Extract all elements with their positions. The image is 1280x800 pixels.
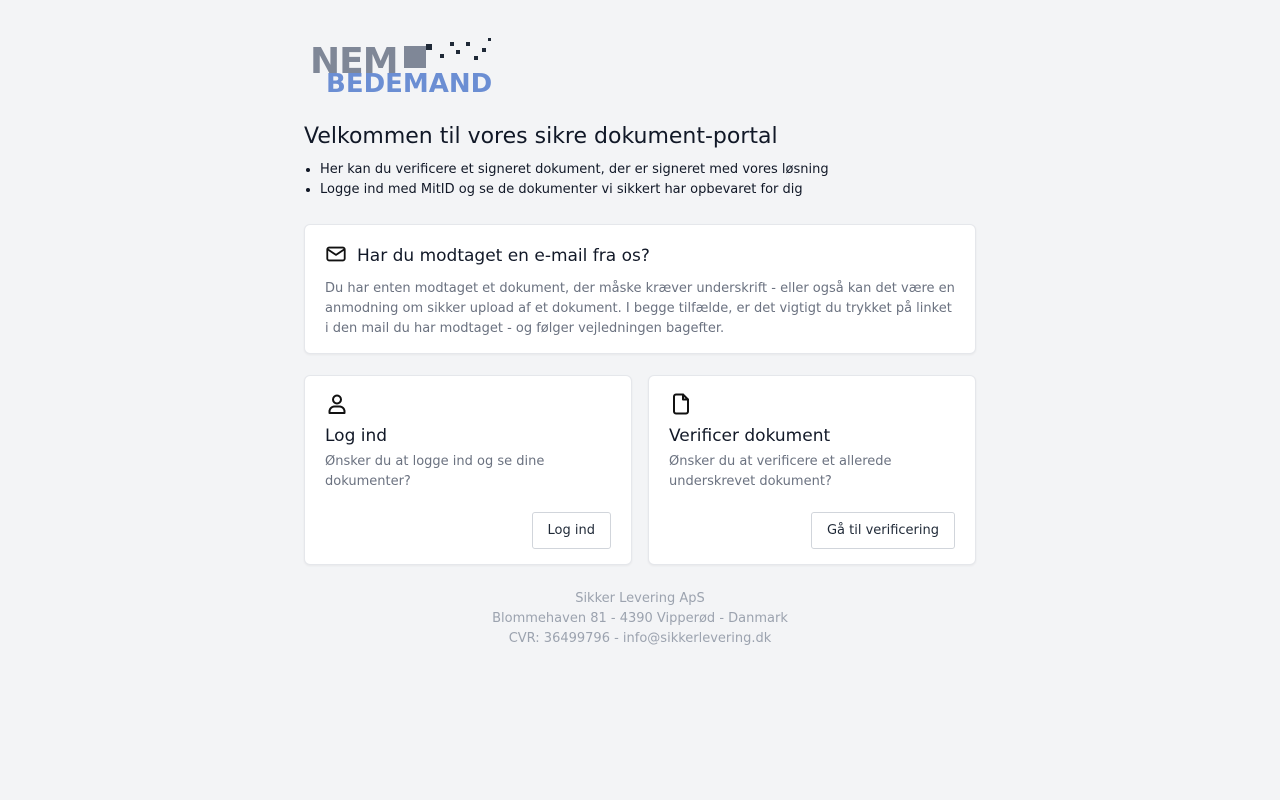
email-card-title: Har du modtaget en e-mail fra os? [357,246,650,266]
login-button[interactable]: Log ind [531,512,611,549]
footer: Sikker Levering ApS Blommehaven 81 - 439… [304,589,976,649]
login-card-description: Ønsker du at logge ind og se dine dokume… [325,454,545,489]
verify-card-description: Ønsker du at verificere et allerede unde… [669,454,892,489]
intro-list: Her kan du verificere et signeret dokume… [304,160,976,200]
footer-address: Blommehaven 81 - 4390 Vipperød - Danmark [492,611,788,626]
mail-icon [325,243,347,269]
page-container: NEM BEDEMAND Velkommen til vores sikre d… [304,36,976,649]
go-to-verification-button[interactable]: Gå til verificering [810,512,955,549]
logo-text-bedemand: BEDEMAND [326,69,493,99]
page-title: Velkommen til vores sikre dokument-porta… [304,124,778,149]
logo-pixel-mark [404,38,491,68]
verify-card-title: Verificer dokument [669,426,831,446]
email-card-description: Du har enten modtaget et dokument, der m… [325,281,955,336]
email-info-card: Har du modtaget en e-mail fra os? Du har… [304,224,976,354]
document-icon [669,392,955,418]
footer-company: Sikker Levering ApS [575,591,705,606]
nem-bedemand-logo: NEM BEDEMAND [310,36,510,100]
login-card-title: Log ind [325,426,388,446]
intro-item: Logge ind med MitID og se de dokumenter … [320,180,976,200]
login-card: Log ind Ønsker du at logge ind og se din… [304,375,632,565]
footer-cvr-contact: CVR: 36499796 - info@sikkerlevering.dk [508,631,772,646]
intro-item: Her kan du verificere et signeret dokume… [320,160,976,180]
user-icon [325,392,611,418]
verify-card: Verificer dokument Ønsker du at verifice… [648,375,976,565]
